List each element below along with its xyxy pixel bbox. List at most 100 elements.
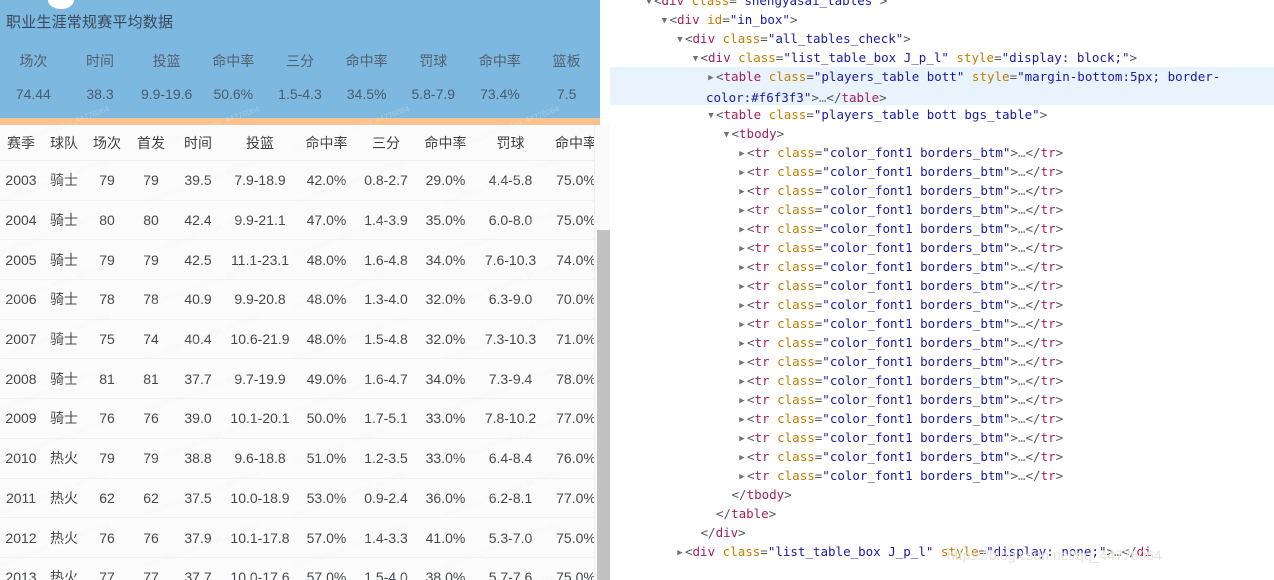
dom-token-tag: tr xyxy=(755,202,770,217)
season-table-cell: 33.0% xyxy=(417,438,474,478)
season-table-cell: 37.9 xyxy=(174,518,222,558)
dom-token-punc: < xyxy=(747,145,755,160)
dom-token-punc: > xyxy=(1010,392,1018,407)
dom-node[interactable]: <tr class="color_font1 borders_btm">…</t… xyxy=(610,409,1274,428)
dom-node[interactable]: <div class="all_tables_check"> xyxy=(610,29,1274,48)
dom-token-text xyxy=(770,468,778,483)
dom-token-punc: < xyxy=(747,411,755,426)
dom-token-val: "color_font1 borders_btm" xyxy=(822,449,1010,464)
season-table-cell: 79 xyxy=(128,240,174,280)
dom-node[interactable]: <tr class="color_font1 borders_btm">…</t… xyxy=(610,162,1274,181)
dom-node[interactable]: <tr class="color_font1 borders_btm">…</t… xyxy=(610,143,1274,162)
dom-token-tag: tr xyxy=(755,392,770,407)
dom-token-text xyxy=(770,430,778,445)
dom-node[interactable]: <div class="shengyasai_tables"> xyxy=(610,0,1274,10)
dom-token-attr: class xyxy=(723,31,761,46)
dom-token-text xyxy=(770,392,778,407)
dom-node[interactable]: <tr class="color_font1 borders_btm">…</t… xyxy=(610,390,1274,409)
dom-token-tag: tr xyxy=(1041,164,1056,179)
dom-token-punc: </ xyxy=(1122,544,1137,559)
dom-token-tag: tr xyxy=(1041,449,1056,464)
expand-triangle-closed-icon[interactable] xyxy=(706,69,716,88)
dom-token-val: "shengyasai_tables" xyxy=(737,0,880,8)
season-table-cell: 32.0% xyxy=(417,319,474,359)
dom-token-text xyxy=(770,259,778,274)
season-table-cell: 7.9-18.9 xyxy=(222,161,298,201)
dom-node[interactable]: <table class="players_table bott bgs_tab… xyxy=(610,105,1274,124)
page-scrollbar-thumb[interactable] xyxy=(597,230,610,580)
season-table-cell: 79 xyxy=(128,161,174,201)
dom-token-punc: > xyxy=(777,126,785,141)
dom-token-punc: > xyxy=(1056,449,1064,464)
season-table-cell: 35.0% xyxy=(417,200,474,240)
dom-node[interactable]: </table> xyxy=(610,504,1274,523)
dom-node[interactable]: <tr class="color_font1 borders_btm">…</t… xyxy=(610,466,1274,485)
dom-node[interactable]: <tr class="color_font1 borders_btm">…</t… xyxy=(610,276,1274,295)
dom-token-punc: > xyxy=(1010,354,1018,369)
dom-node[interactable]: <tr class="color_font1 borders_btm">…</t… xyxy=(610,238,1274,257)
season-table-cell: 37.7 xyxy=(174,359,222,399)
dom-token-text xyxy=(933,544,941,559)
dom-token-punc: > xyxy=(811,90,819,105)
dom-token-punc: < xyxy=(685,31,693,46)
dom-token-punc: > xyxy=(1056,430,1064,445)
season-header-cell: 场次 xyxy=(86,125,128,161)
dom-token-attr: class xyxy=(777,183,815,198)
season-header-cell: 罚球 xyxy=(474,125,547,161)
dom-token-attr: class xyxy=(738,50,776,65)
season-table-row: 2011热火626237.510.0-18.953.0%0.9-2.436.0%… xyxy=(0,478,600,518)
career-value-cell: 50.6% xyxy=(200,77,267,110)
season-table-cell: 骑士 xyxy=(42,359,86,399)
dom-token-ellip: … xyxy=(1018,335,1026,350)
dom-token-punc: </ xyxy=(1026,259,1041,274)
dom-token-punc: = xyxy=(722,12,730,27)
dom-node[interactable]: <tbody> xyxy=(610,124,1274,143)
dom-node[interactable]: <div class="list_table_box J_p_l" style=… xyxy=(610,48,1274,67)
dom-token-punc: > xyxy=(879,90,887,105)
dom-token-punc: </ xyxy=(716,506,731,521)
dom-token-val: "color_font1 borders_btm" xyxy=(822,278,1010,293)
dom-token-punc: > xyxy=(1010,164,1018,179)
dom-tree[interactable]: <div class="shengyasai_tables"><div id="… xyxy=(610,0,1274,561)
dom-token-tag: tr xyxy=(1041,297,1056,312)
dom-node[interactable]: <tr class="color_font1 borders_btm">…</t… xyxy=(610,428,1274,447)
dom-token-ellip: … xyxy=(1018,430,1026,445)
dom-node[interactable]: <tr class="color_font1 borders_btm">…</t… xyxy=(610,295,1274,314)
dom-token-punc: </ xyxy=(1026,278,1041,293)
season-table-cell: 5.7-7.6 xyxy=(474,557,547,580)
dom-node[interactable]: <tr class="color_font1 borders_btm">…</t… xyxy=(610,181,1274,200)
page-scrollbar-track[interactable] xyxy=(594,125,610,580)
dom-node[interactable]: <tr class="color_font1 borders_btm">…</t… xyxy=(610,447,1274,466)
dom-node[interactable]: <tr class="color_font1 borders_btm">…</t… xyxy=(610,257,1274,276)
dom-node[interactable]: <div class="list_table_box J_p_l" style=… xyxy=(610,542,1274,561)
dom-token-punc: > xyxy=(784,487,792,502)
dom-node[interactable]: <div id="in_box"> xyxy=(610,10,1274,29)
dom-token-tag: tr xyxy=(755,145,770,160)
dom-node[interactable]: <tr class="color_font1 borders_btm">…</t… xyxy=(610,352,1274,371)
dom-node-selected[interactable]: <table class="players_table bott" style=… xyxy=(610,67,1274,105)
dom-token-val: "color_font1 borders_btm" xyxy=(822,259,1010,274)
dom-token-attr: class xyxy=(769,107,807,122)
dom-token-val: "color_font1 borders_btm" xyxy=(822,335,1010,350)
season-stats-scroll-area: 赛季球队场次首发时间投篮命中率三分命中率罚球命中率 2003骑士797939.5… xyxy=(0,125,600,580)
dom-node[interactable]: <tr class="color_font1 borders_btm">…</t… xyxy=(610,314,1274,333)
season-table-cell: 38.0% xyxy=(417,557,474,580)
dom-node[interactable]: <tr class="color_font1 borders_btm">…</t… xyxy=(610,333,1274,352)
dom-token-tag: tr xyxy=(1041,468,1056,483)
dom-node[interactable]: <tr class="color_font1 borders_btm">…</t… xyxy=(610,200,1274,219)
dom-token-tag: tr xyxy=(1041,335,1056,350)
season-table-cell: 77.0% xyxy=(547,399,600,439)
expand-triangle-closed-icon[interactable] xyxy=(675,544,685,563)
dom-node[interactable]: </tbody> xyxy=(610,485,1274,504)
season-table-cell: 7.3-10.3 xyxy=(474,319,547,359)
dom-node[interactable]: </div> xyxy=(610,523,1274,542)
season-table-cell: 79 xyxy=(86,161,128,201)
dom-token-punc: = xyxy=(979,544,987,559)
dom-token-tag: tr xyxy=(755,335,770,350)
season-table-cell: 29.0% xyxy=(417,161,474,201)
dom-node[interactable]: <tr class="color_font1 borders_btm">…</t… xyxy=(610,371,1274,390)
dom-token-punc: < xyxy=(747,221,755,236)
devtools-elements-panel[interactable]: <div class="shengyasai_tables"><div id="… xyxy=(610,0,1274,580)
career-header-cell: 命中率 xyxy=(200,44,267,77)
dom-node[interactable]: <tr class="color_font1 borders_btm">…</t… xyxy=(610,219,1274,238)
